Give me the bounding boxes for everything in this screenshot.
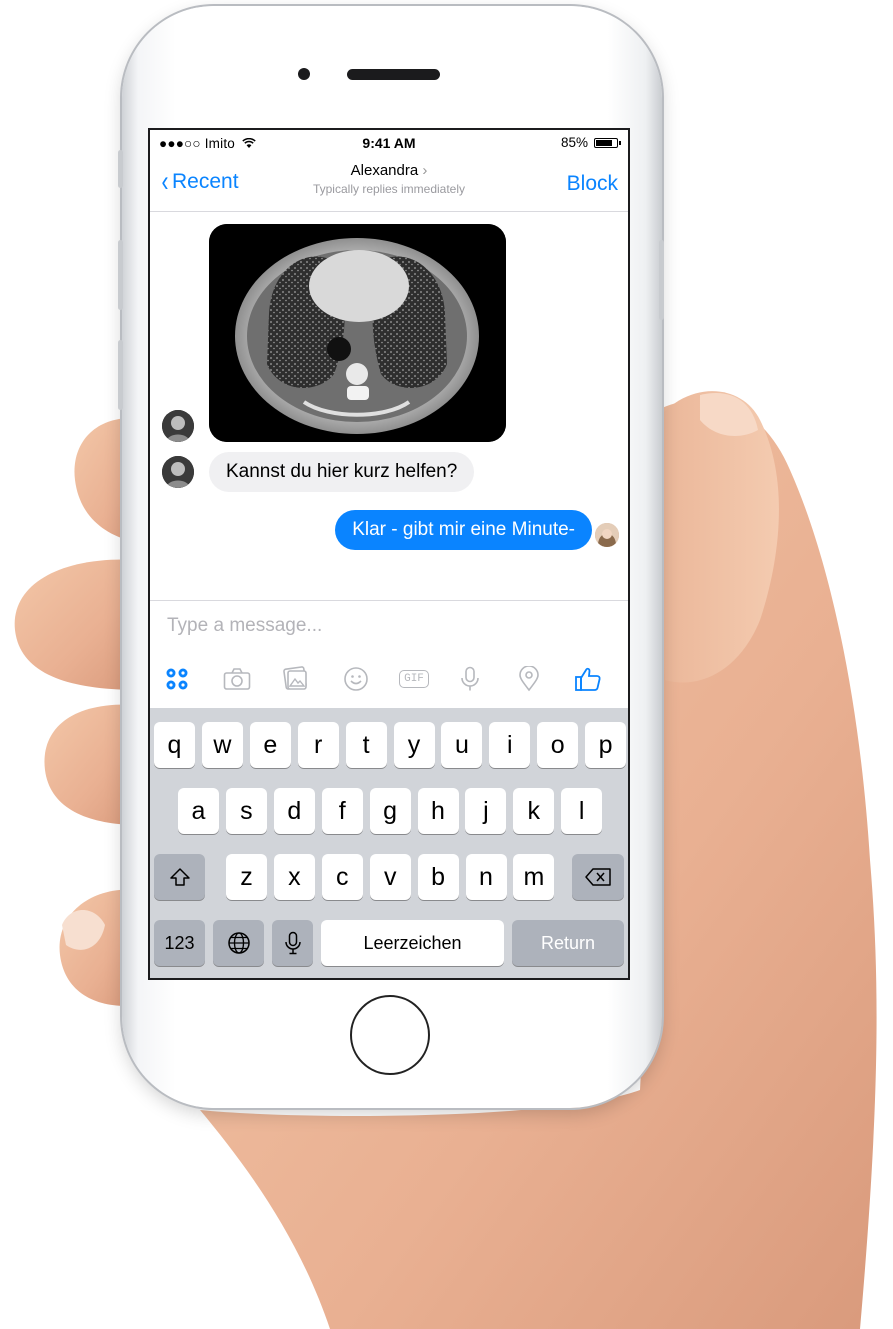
key-s[interactable]: s [225,788,267,834]
key-e[interactable]: e [249,722,291,768]
battery-status: 85% [560,135,621,150]
composer-toolbar: GIF [150,663,628,695]
backspace-icon [585,868,611,886]
contact-avatar[interactable] [162,456,194,488]
contact-avatar[interactable] [162,410,194,442]
person-avatar-icon [162,456,194,488]
key-w[interactable]: w [201,722,243,768]
key-m[interactable]: m [513,854,555,900]
camera-icon [223,668,251,690]
battery-fill [596,139,613,146]
key-q[interactable]: q [154,722,195,768]
person-avatar-icon [595,523,619,547]
key-j[interactable]: j [465,788,507,834]
ct-scan-image[interactable] [209,224,506,442]
key-t[interactable]: t [345,722,387,768]
volume-down-button [118,340,123,410]
camera-button[interactable] [221,663,253,695]
microphone-icon [284,931,301,955]
globe-key[interactable] [213,920,264,966]
status-bar: ●●●○○ Imito 9:41 AM 85% [150,130,628,156]
contact-name-row: Alexandra › [150,162,628,179]
globe-icon [227,932,250,954]
phone-screen: ●●●○○ Imito 9:41 AM 85% ‹ Recent Alexand… [148,128,630,980]
key-x[interactable]: x [273,854,315,900]
keyboard: 123 Leerzeichen Return qwertyuiop asdfghj… [150,708,628,978]
status-time: 9:41 AM [362,135,416,151]
key-f[interactable]: f [321,788,363,834]
block-button[interactable]: Block [567,172,618,196]
key-l[interactable]: l [561,788,603,834]
gif-icon: GIF [399,670,429,688]
contact-subtitle: Typically replies immediately [312,182,466,196]
contact-name: Alexandra [350,162,419,179]
key-z[interactable]: z [226,854,267,900]
key-u[interactable]: u [441,722,483,768]
contact-header[interactable]: Alexandra › Typically replies immediatel… [150,162,628,196]
microphone-icon [461,666,479,691]
message-input[interactable] [167,615,567,637]
apps-icon [166,668,188,690]
microphone-button[interactable] [454,663,486,695]
key-v[interactable]: v [369,854,411,900]
gallery-button[interactable] [280,663,312,695]
gallery-icon [283,666,307,690]
space-key[interactable]: Leerzeichen [321,920,504,966]
key-g[interactable]: g [369,788,411,834]
person-avatar-icon [162,410,194,442]
emoji-button[interactable] [340,663,372,695]
dictation-key[interactable] [272,920,313,966]
key-h[interactable]: h [417,788,459,834]
incoming-message-bubble[interactable]: Kannst du hier kurz helfen? [209,452,475,492]
conversation-header: ‹ Recent Alexandra › Typically replies i… [150,156,628,212]
message-composer: GIF [150,600,628,708]
home-button[interactable] [350,995,430,1075]
volume-up-button [118,240,123,310]
earpiece-speaker [347,69,440,80]
user-avatar [595,523,619,547]
key-k[interactable]: k [513,788,555,834]
key-p[interactable]: p [585,722,627,768]
key-y[interactable]: y [393,722,435,768]
key-d[interactable]: d [273,788,315,834]
return-key[interactable]: Return [512,920,624,966]
shift-arrow-icon [169,868,190,886]
delete-key[interactable] [572,854,624,900]
location-button[interactable] [513,663,545,695]
location-icon [519,666,539,692]
gif-button[interactable]: GIF [396,663,432,695]
key-o[interactable]: o [537,722,579,768]
key-c[interactable]: c [321,854,363,900]
key-r[interactable]: r [297,722,339,768]
message-list: Kannst du hier kurz helfen? Klar - gibt … [150,212,628,600]
front-camera [298,68,310,80]
key-a[interactable]: a [178,788,219,834]
shift-key[interactable] [154,854,205,900]
ct-scan-illustration [209,224,506,442]
power-button [659,240,664,320]
battery-icon [594,137,621,148]
emoji-icon [344,667,368,691]
key-i[interactable]: i [489,722,531,768]
chevron-right-icon: › [422,162,428,179]
key-b[interactable]: b [417,854,459,900]
numbers-key[interactable]: 123 [154,920,205,966]
battery-percent: 85% [560,135,588,150]
apps-button[interactable] [161,663,193,695]
mute-switch [118,150,123,188]
like-icon [575,667,601,691]
key-n[interactable]: n [465,854,507,900]
outgoing-message-bubble[interactable]: Klar - gibt mir eine Minute- [335,510,592,550]
like-button[interactable] [572,663,604,695]
